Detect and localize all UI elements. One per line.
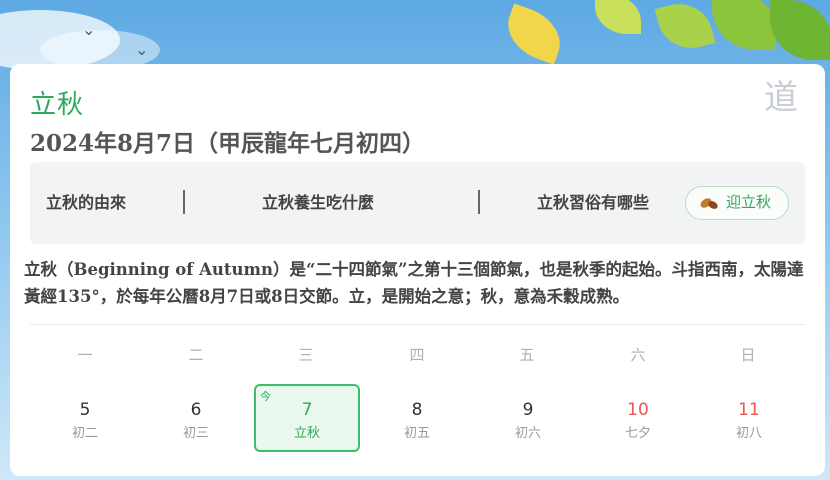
- nav-divider: [478, 190, 480, 214]
- calendar-day[interactable]: 5 初二: [32, 384, 138, 452]
- topic-nav: 立秋的由來 立秋養生吃什麼 立秋習俗有哪些 迎立秋: [30, 162, 805, 244]
- nav-item-health-food[interactable]: 立秋養生吃什麼: [262, 162, 374, 244]
- calendar-day[interactable]: 8 初五: [364, 384, 470, 452]
- weekday-label: 日: [740, 346, 756, 364]
- seal-icon: 道: [764, 78, 798, 118]
- weekday-header: 一 二 三 四 五 六 日: [30, 344, 805, 366]
- day-number: 10: [627, 400, 649, 420]
- day-number: 7: [301, 400, 313, 420]
- weekday-label: 二: [188, 346, 204, 364]
- page-title: 立秋: [30, 90, 85, 120]
- weekday-label: 五: [519, 346, 535, 364]
- leaf-decoration: [712, 0, 776, 50]
- calendar-day-weekend[interactable]: 11 初八: [696, 384, 802, 452]
- welcome-autumn-label: 迎立秋: [726, 193, 772, 211]
- lunar-date: 初八: [735, 426, 762, 441]
- weekday-label: 一: [77, 346, 93, 364]
- leaf-decoration: [595, 0, 641, 34]
- nav-item-origin[interactable]: 立秋的由來: [46, 162, 126, 244]
- calendar-day-today[interactable]: 今 7 立秋: [254, 384, 360, 452]
- date-heading: 2024年8月7日（甲辰龍年七月初四）: [30, 130, 426, 157]
- bird-icon: ⌄: [135, 40, 149, 59]
- day-number: 8: [411, 400, 423, 420]
- leaf-decoration: [654, 0, 716, 56]
- leaf-decoration: [770, 0, 830, 60]
- lunar-date: 立秋: [293, 426, 320, 441]
- leaf-decoration: [499, 3, 569, 65]
- week-calendar: 5 初二 6 初三 今 7 立秋 8 初五 9 初六 10 七夕 11 初八: [30, 382, 805, 454]
- solar-term-card: 立秋 道 2024年8月7日（甲辰龍年七月初四） 立秋的由來 立秋養生吃什麼 立…: [10, 64, 825, 476]
- today-badge: 今: [260, 390, 271, 403]
- leaves-icon: [700, 198, 718, 209]
- weekday-label: 三: [298, 346, 314, 364]
- bird-icon: ⌄: [82, 20, 96, 39]
- day-number: 11: [738, 400, 760, 420]
- lunar-date: 初六: [514, 426, 541, 441]
- weekday-label: 六: [630, 346, 646, 364]
- lunar-date: 初二: [71, 426, 98, 441]
- lunar-date: 七夕: [624, 426, 651, 441]
- calendar-day[interactable]: 6 初三: [143, 384, 249, 452]
- lunar-date: 初三: [182, 426, 209, 441]
- day-number: 9: [522, 400, 534, 420]
- calendar-day-weekend[interactable]: 10 七夕: [585, 384, 691, 452]
- day-number: 6: [190, 400, 202, 420]
- lunar-date: 初五: [403, 426, 430, 441]
- weekday-label: 四: [409, 346, 425, 364]
- calendar-day[interactable]: 9 初六: [475, 384, 581, 452]
- welcome-autumn-button[interactable]: 迎立秋: [685, 186, 789, 220]
- nav-item-customs[interactable]: 立秋習俗有哪些: [537, 162, 649, 244]
- divider: [30, 324, 805, 325]
- nav-divider: [183, 190, 185, 214]
- day-number: 5: [79, 400, 91, 420]
- term-description: 立秋（Beginning of Autumn）是“二十四節氣”之第十三個節氣，也…: [24, 260, 804, 306]
